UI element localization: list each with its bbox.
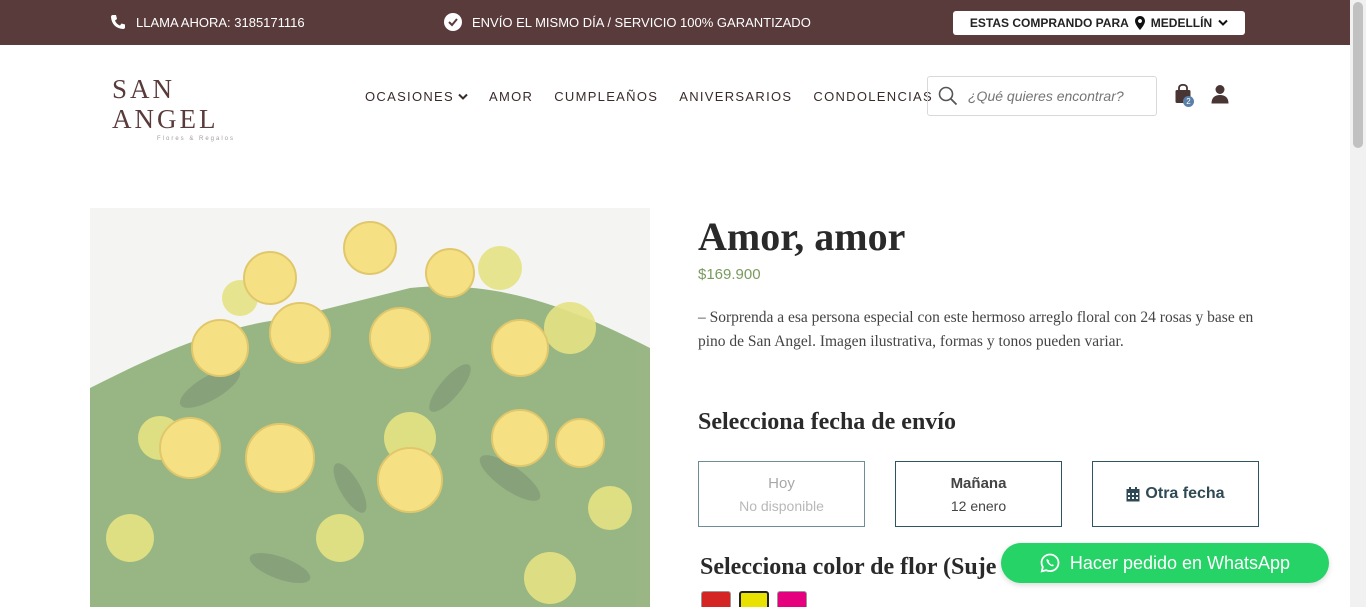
date-option-today[interactable]: Hoy No disponible (698, 461, 865, 527)
whatsapp-button-label: Hacer pedido en WhatsApp (1069, 552, 1291, 573)
date-option-other[interactable]: Otra fecha (1092, 461, 1259, 527)
city-selector[interactable]: ESTAS COMPRANDO PARA MEDELLÍN (953, 11, 1245, 35)
tomorrow-date: 12 enero (950, 497, 1007, 514)
whatsapp-order-button[interactable]: Hacer pedido en WhatsApp (1001, 543, 1329, 583)
nav-item-ocasiones[interactable]: OCASIONES (365, 89, 468, 104)
user-icon (1211, 85, 1229, 104)
phone-icon (111, 15, 125, 29)
logo-name: SAN ANGEL (112, 74, 219, 134)
shipping-notice: ENVÍO EL MISMO DÍA / SERVICIO 100% GARAN… (444, 13, 811, 31)
logo[interactable]: SAN ANGEL Flores & Regalos (112, 74, 280, 142)
other-date-label: Otra fecha (1145, 485, 1225, 502)
product-price: $169.900 (698, 266, 761, 283)
call-link[interactable]: LLAMA AHORA: 3185171116 (110, 14, 305, 30)
delivery-date-heading: Selecciona fecha de envío (698, 409, 956, 435)
main-nav: OCASIONES AMOR CUMPLEAÑOS ANIVERSARIOS C… (365, 89, 933, 104)
nav-item-amor[interactable]: AMOR (489, 89, 533, 104)
whatsapp-icon (1040, 553, 1060, 573)
tomorrow-label: Mañana (950, 474, 1007, 492)
search-icon[interactable] (928, 86, 968, 106)
nav-item-condolencias[interactable]: CONDOLENCIAS (813, 89, 933, 104)
color-swatch-pink[interactable] (777, 591, 807, 607)
top-bar: LLAMA AHORA: 3185171116 ENVÍO EL MISMO D… (0, 0, 1350, 45)
shipping-text: ENVÍO EL MISMO DÍA / SERVICIO 100% GARAN… (472, 14, 811, 30)
product-description: – Sorprenda a esa persona especial con e… (698, 309, 1254, 350)
map-pin-icon (1134, 16, 1145, 30)
buying-for-label: ESTAS COMPRANDO PARA (969, 16, 1129, 30)
date-option-tomorrow[interactable]: Mañana 12 enero (895, 461, 1062, 527)
flower-color-heading: Selecciona color de flor (Suje (700, 554, 997, 580)
nav-item-cumpleanos[interactable]: CUMPLEAÑOS (554, 89, 658, 104)
search-input[interactable] (968, 88, 1148, 104)
nav-item-aniversarios[interactable]: ANIVERSARIOS (679, 89, 792, 104)
cart-button[interactable]: 2 (1174, 83, 1196, 108)
product-image[interactable] (90, 208, 650, 607)
nav-item-label: OCASIONES (365, 89, 454, 104)
color-swatch-yellow[interactable] (739, 591, 769, 607)
today-label: Hoy (768, 474, 795, 492)
scrollbar-thumb[interactable] (1353, 2, 1363, 148)
logo-tagline: Flores & Regalos (156, 136, 236, 142)
account-button[interactable] (1210, 84, 1232, 106)
calendar-icon (1126, 486, 1140, 501)
scrollbar[interactable] (1350, 0, 1366, 607)
city-name: MEDELLÍN (1150, 16, 1213, 30)
color-swatch-red[interactable] (701, 591, 731, 607)
search-box[interactable] (927, 76, 1157, 116)
chevron-down-icon (1218, 19, 1228, 26)
check-circle-icon (444, 13, 462, 31)
product-title: Amor, amor (698, 214, 906, 259)
call-text: LLAMA AHORA: 3185171116 (136, 14, 305, 30)
today-status: No disponible (739, 497, 824, 514)
cart-count-badge: 2 (1183, 96, 1194, 107)
chevron-down-icon (458, 93, 468, 100)
